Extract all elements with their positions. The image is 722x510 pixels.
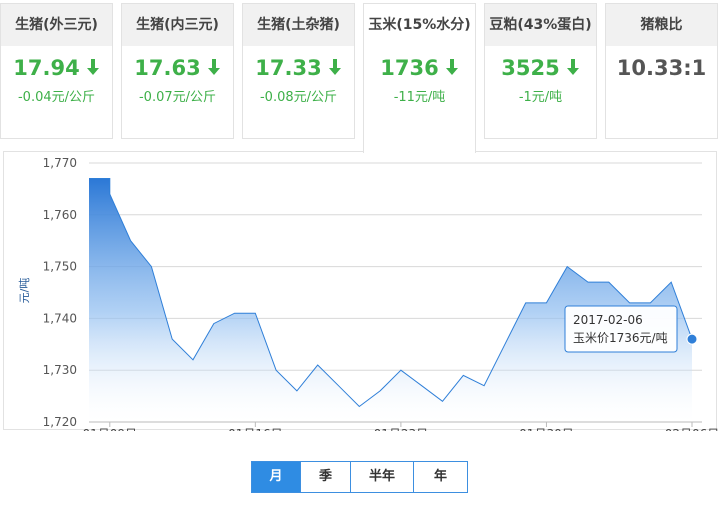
area-chart-svg: 1,720 1,730 1,740 1,750 1,760 1,770 元/吨 01月09日 0… bbox=[18, 156, 718, 431]
card-price: 3525 bbox=[485, 56, 596, 80]
price-card-0[interactable]: 生猪(外三元) 17.94 -0.04元/公斤 bbox=[0, 3, 113, 139]
down-arrow-icon bbox=[445, 59, 458, 75]
price-chart: 1,720 1,730 1,740 1,750 1,760 1,770 元/吨 01月09日 0… bbox=[3, 151, 718, 431]
card-title: 生猪(土杂猪) bbox=[243, 4, 354, 46]
down-arrow-icon bbox=[328, 59, 341, 75]
card-price: 1736 bbox=[364, 56, 475, 80]
y-tick-label: 1,720 bbox=[43, 415, 77, 429]
card-change: -1元/吨 bbox=[518, 90, 563, 105]
x-tick-label: 02月06日 bbox=[665, 427, 718, 431]
y-tick-label: 1,760 bbox=[43, 208, 77, 222]
range-button-2[interactable]: 半年 bbox=[350, 462, 413, 492]
range-button-0[interactable]: 月 bbox=[252, 462, 300, 492]
down-arrow-icon bbox=[86, 59, 99, 75]
tooltip-date: 2017-02-06 bbox=[573, 313, 643, 327]
card-title: 玉米(15%水分) bbox=[364, 4, 475, 46]
card-price-value: 17.33 bbox=[255, 56, 322, 80]
price-card-4[interactable]: 豆粕(43%蛋白) 3525 -1元/吨 bbox=[484, 3, 597, 139]
range-button-3[interactable]: 年 bbox=[413, 462, 467, 492]
price-card-3[interactable]: 玉米(15%水分) 1736 -11元/吨 bbox=[363, 3, 476, 153]
x-tick-label: 01月09日 bbox=[83, 427, 138, 431]
down-arrow-icon bbox=[207, 59, 220, 75]
card-price: 17.63 bbox=[122, 56, 233, 80]
card-price: 17.33 bbox=[243, 56, 354, 80]
x-tick-label: 01月30日 bbox=[519, 427, 574, 431]
card-change: -0.04元/公斤 bbox=[17, 90, 96, 105]
card-price-value: 1736 bbox=[380, 56, 439, 80]
price-cards: 生猪(外三元) 17.94 -0.04元/公斤 生猪(内三元) 17.63 -0.07元/… bbox=[0, 0, 722, 153]
card-price: 17.94 bbox=[1, 56, 112, 80]
card-price-value: 10.33:1 bbox=[616, 56, 707, 80]
price-card-1[interactable]: 生猪(内三元) 17.63 -0.07元/公斤 bbox=[121, 3, 234, 139]
card-title: 生猪(外三元) bbox=[1, 4, 112, 46]
hover-marker bbox=[686, 333, 698, 345]
card-price-value: 17.94 bbox=[13, 56, 80, 80]
y-tick-label: 1,770 bbox=[43, 156, 77, 170]
tooltip-value: 玉米价1736元/吨 bbox=[573, 331, 668, 345]
card-price-value: 3525 bbox=[501, 56, 560, 80]
x-tick-label: 01月23日 bbox=[374, 427, 429, 431]
x-tick-label: 01月16日 bbox=[228, 427, 283, 431]
range-button-1[interactable]: 季 bbox=[300, 462, 350, 492]
card-change: -0.08元/公斤 bbox=[259, 90, 338, 105]
price-card-2[interactable]: 生猪(土杂猪) 17.33 -0.08元/公斤 bbox=[242, 3, 355, 139]
price-card-5[interactable]: 猪粮比 10.33:1 bbox=[605, 3, 718, 139]
card-price-value: 17.63 bbox=[134, 56, 201, 80]
y-tick-label: 1,740 bbox=[43, 311, 77, 325]
y-axis-label: 元/吨 bbox=[18, 278, 31, 304]
card-price: 10.33:1 bbox=[606, 56, 717, 80]
card-title: 猪粮比 bbox=[606, 4, 717, 46]
range-selector: 月季半年年 bbox=[251, 461, 468, 493]
card-title: 生猪(内三元) bbox=[122, 4, 233, 46]
card-change: -11元/吨 bbox=[393, 90, 446, 105]
card-title: 豆粕(43%蛋白) bbox=[485, 4, 596, 46]
card-change: -0.07元/公斤 bbox=[138, 90, 217, 105]
y-tick-label: 1,730 bbox=[43, 363, 77, 377]
y-tick-label: 1,750 bbox=[43, 260, 77, 274]
down-arrow-icon bbox=[566, 59, 579, 75]
